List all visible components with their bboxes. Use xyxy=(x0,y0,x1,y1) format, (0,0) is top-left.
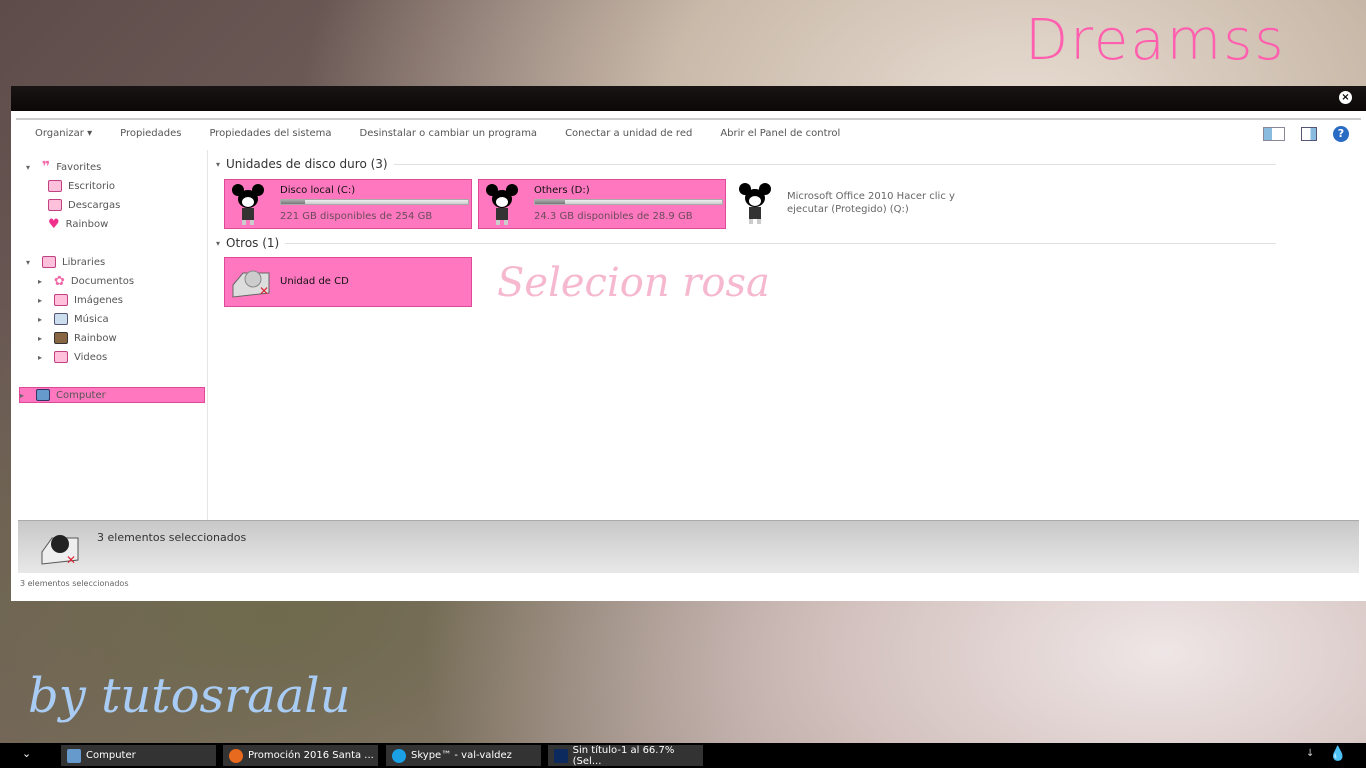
music-icon xyxy=(54,313,68,325)
droplet-icon[interactable]: 💧 xyxy=(1329,746,1346,762)
nav-escritorio[interactable]: Escritorio xyxy=(48,178,115,194)
nav-rainbow-lib[interactable]: ▸ Rainbow xyxy=(38,330,117,346)
group-others[interactable]: ▾ Otros (1) xyxy=(216,236,1276,250)
taskbar-firefox[interactable]: Promoción 2016 Santa ... xyxy=(223,745,378,766)
drive-q[interactable]: Microsoft Office 2010 Hacer clic y ejecu… xyxy=(732,179,980,229)
view-options-icon[interactable] xyxy=(1263,127,1285,141)
usage-fill xyxy=(535,200,565,204)
drive-usage-bar xyxy=(280,199,469,205)
videos-icon xyxy=(54,351,68,363)
navigation-pane: ▾ ❞ Favorites Escritorio Descargas ♥ Rainbo… xyxy=(18,150,208,520)
wallpaper-caption: Selecion rosa xyxy=(497,260,770,306)
taskbar: ⌄ Computer Promoción 2016 Santa ... Skyp… xyxy=(0,743,1366,768)
drive-free-space: 24.3 GB disponibles de 28.9 GB xyxy=(534,211,693,222)
drive-usage-bar xyxy=(534,199,723,205)
nav-musica[interactable]: ▸ Música xyxy=(38,311,109,327)
nav-videos[interactable]: ▸ Videos xyxy=(38,349,107,365)
svg-text:✕: ✕ xyxy=(259,284,269,298)
taskbar-computer[interactable]: Computer xyxy=(61,745,216,766)
taskbar-skype[interactable]: Skype™ - val-valdez xyxy=(386,745,541,766)
skype-icon xyxy=(392,748,406,763)
computer-icon xyxy=(67,748,81,763)
preview-pane-icon[interactable] xyxy=(1301,127,1317,141)
drive-name: Others (D:) xyxy=(534,185,590,196)
nav-favorites[interactable]: ▾ ❞ Favorites xyxy=(26,159,101,175)
heart-icon: ♥ xyxy=(48,216,60,232)
nav-documentos[interactable]: ▸ ✿ Documentos xyxy=(38,273,134,289)
favorites-icon: ❞ xyxy=(42,159,51,175)
computer-icon xyxy=(36,389,50,401)
pictures-icon xyxy=(54,294,68,306)
nav-rainbow-fav[interactable]: ♥ Rainbow xyxy=(48,216,108,232)
taskbar-photoshop[interactable]: Sin título-1 al 66.7% (Sel... xyxy=(548,745,703,767)
downloads-folder-icon xyxy=(48,199,62,211)
libraries-icon xyxy=(42,256,56,268)
cd-drive-icon: ✕ xyxy=(38,526,82,570)
mickey-drive-icon xyxy=(485,183,519,227)
mickey-drive-icon xyxy=(231,183,265,227)
firefox-icon xyxy=(229,748,243,763)
content-pane: ▾ Unidades de disco duro (3) Disco local … xyxy=(211,150,1366,520)
rainbow-icon xyxy=(54,332,68,344)
cd-drive-icon: ✕ xyxy=(229,263,273,301)
control-panel-button[interactable]: Abrir el Panel de control xyxy=(720,128,840,139)
details-pane: ✕ 3 elementos seleccionados xyxy=(18,520,1359,573)
help-icon[interactable]: ? xyxy=(1333,126,1349,142)
drive-c[interactable]: Disco local (C:) 221 GB disponibles de 2… xyxy=(224,179,472,229)
drive-name: Disco local (C:) xyxy=(280,185,356,196)
nav-computer[interactable]: ▸ Computer xyxy=(19,387,205,403)
organize-button[interactable]: Organizar ▾ xyxy=(35,128,92,139)
properties-button[interactable]: Propiedades xyxy=(120,128,181,139)
wallpaper-signature: by tutosraalu xyxy=(28,668,351,724)
selection-summary: 3 elementos seleccionados xyxy=(97,531,247,544)
drive-d[interactable]: Others (D:) 24.3 GB disponibles de 28.9 … xyxy=(478,179,726,229)
mickey-drive-icon xyxy=(738,182,772,226)
group-hard-drives[interactable]: ▾ Unidades de disco duro (3) xyxy=(216,157,1276,171)
status-bar: 3 elementos seleccionados xyxy=(20,579,129,588)
uninstall-program-button[interactable]: Desinstalar o cambiar un programa xyxy=(360,128,538,139)
chevron-down-icon: ▾ xyxy=(87,127,93,139)
nav-descargas[interactable]: Descargas xyxy=(48,197,120,213)
cd-drive[interactable]: ✕ Unidad de CD xyxy=(224,257,472,307)
show-hidden-chevron-icon[interactable]: ⌄ xyxy=(22,747,31,760)
drive-name: Microsoft Office 2010 Hacer clic y ejecu… xyxy=(787,191,955,215)
flower-icon: ✿ xyxy=(54,273,65,289)
map-network-drive-button[interactable]: Conectar a unidad de red xyxy=(565,128,692,139)
nav-imagenes[interactable]: ▸ Imágenes xyxy=(38,292,123,308)
desktop-folder-icon xyxy=(48,180,62,192)
photoshop-icon xyxy=(554,748,568,763)
wallpaper-title: Dreamss xyxy=(1025,8,1286,73)
close-icon[interactable]: × xyxy=(1339,91,1352,104)
command-bar: Organizar ▾ Propiedades Propiedades del … xyxy=(16,118,1361,146)
usage-fill xyxy=(281,200,306,204)
system-properties-button[interactable]: Propiedades del sistema xyxy=(209,128,331,139)
download-arrow-icon[interactable]: ↓ xyxy=(1306,748,1314,759)
cd-drive-name: Unidad de CD xyxy=(280,276,349,287)
title-bar: × xyxy=(11,86,1366,111)
drive-free-space: 221 GB disponibles de 254 GB xyxy=(280,211,433,222)
explorer-window: × Organizar ▾ Propiedades Propiedades de… xyxy=(11,86,1366,601)
nav-libraries[interactable]: ▾ Libraries xyxy=(26,254,105,270)
svg-text:✕: ✕ xyxy=(66,553,76,567)
